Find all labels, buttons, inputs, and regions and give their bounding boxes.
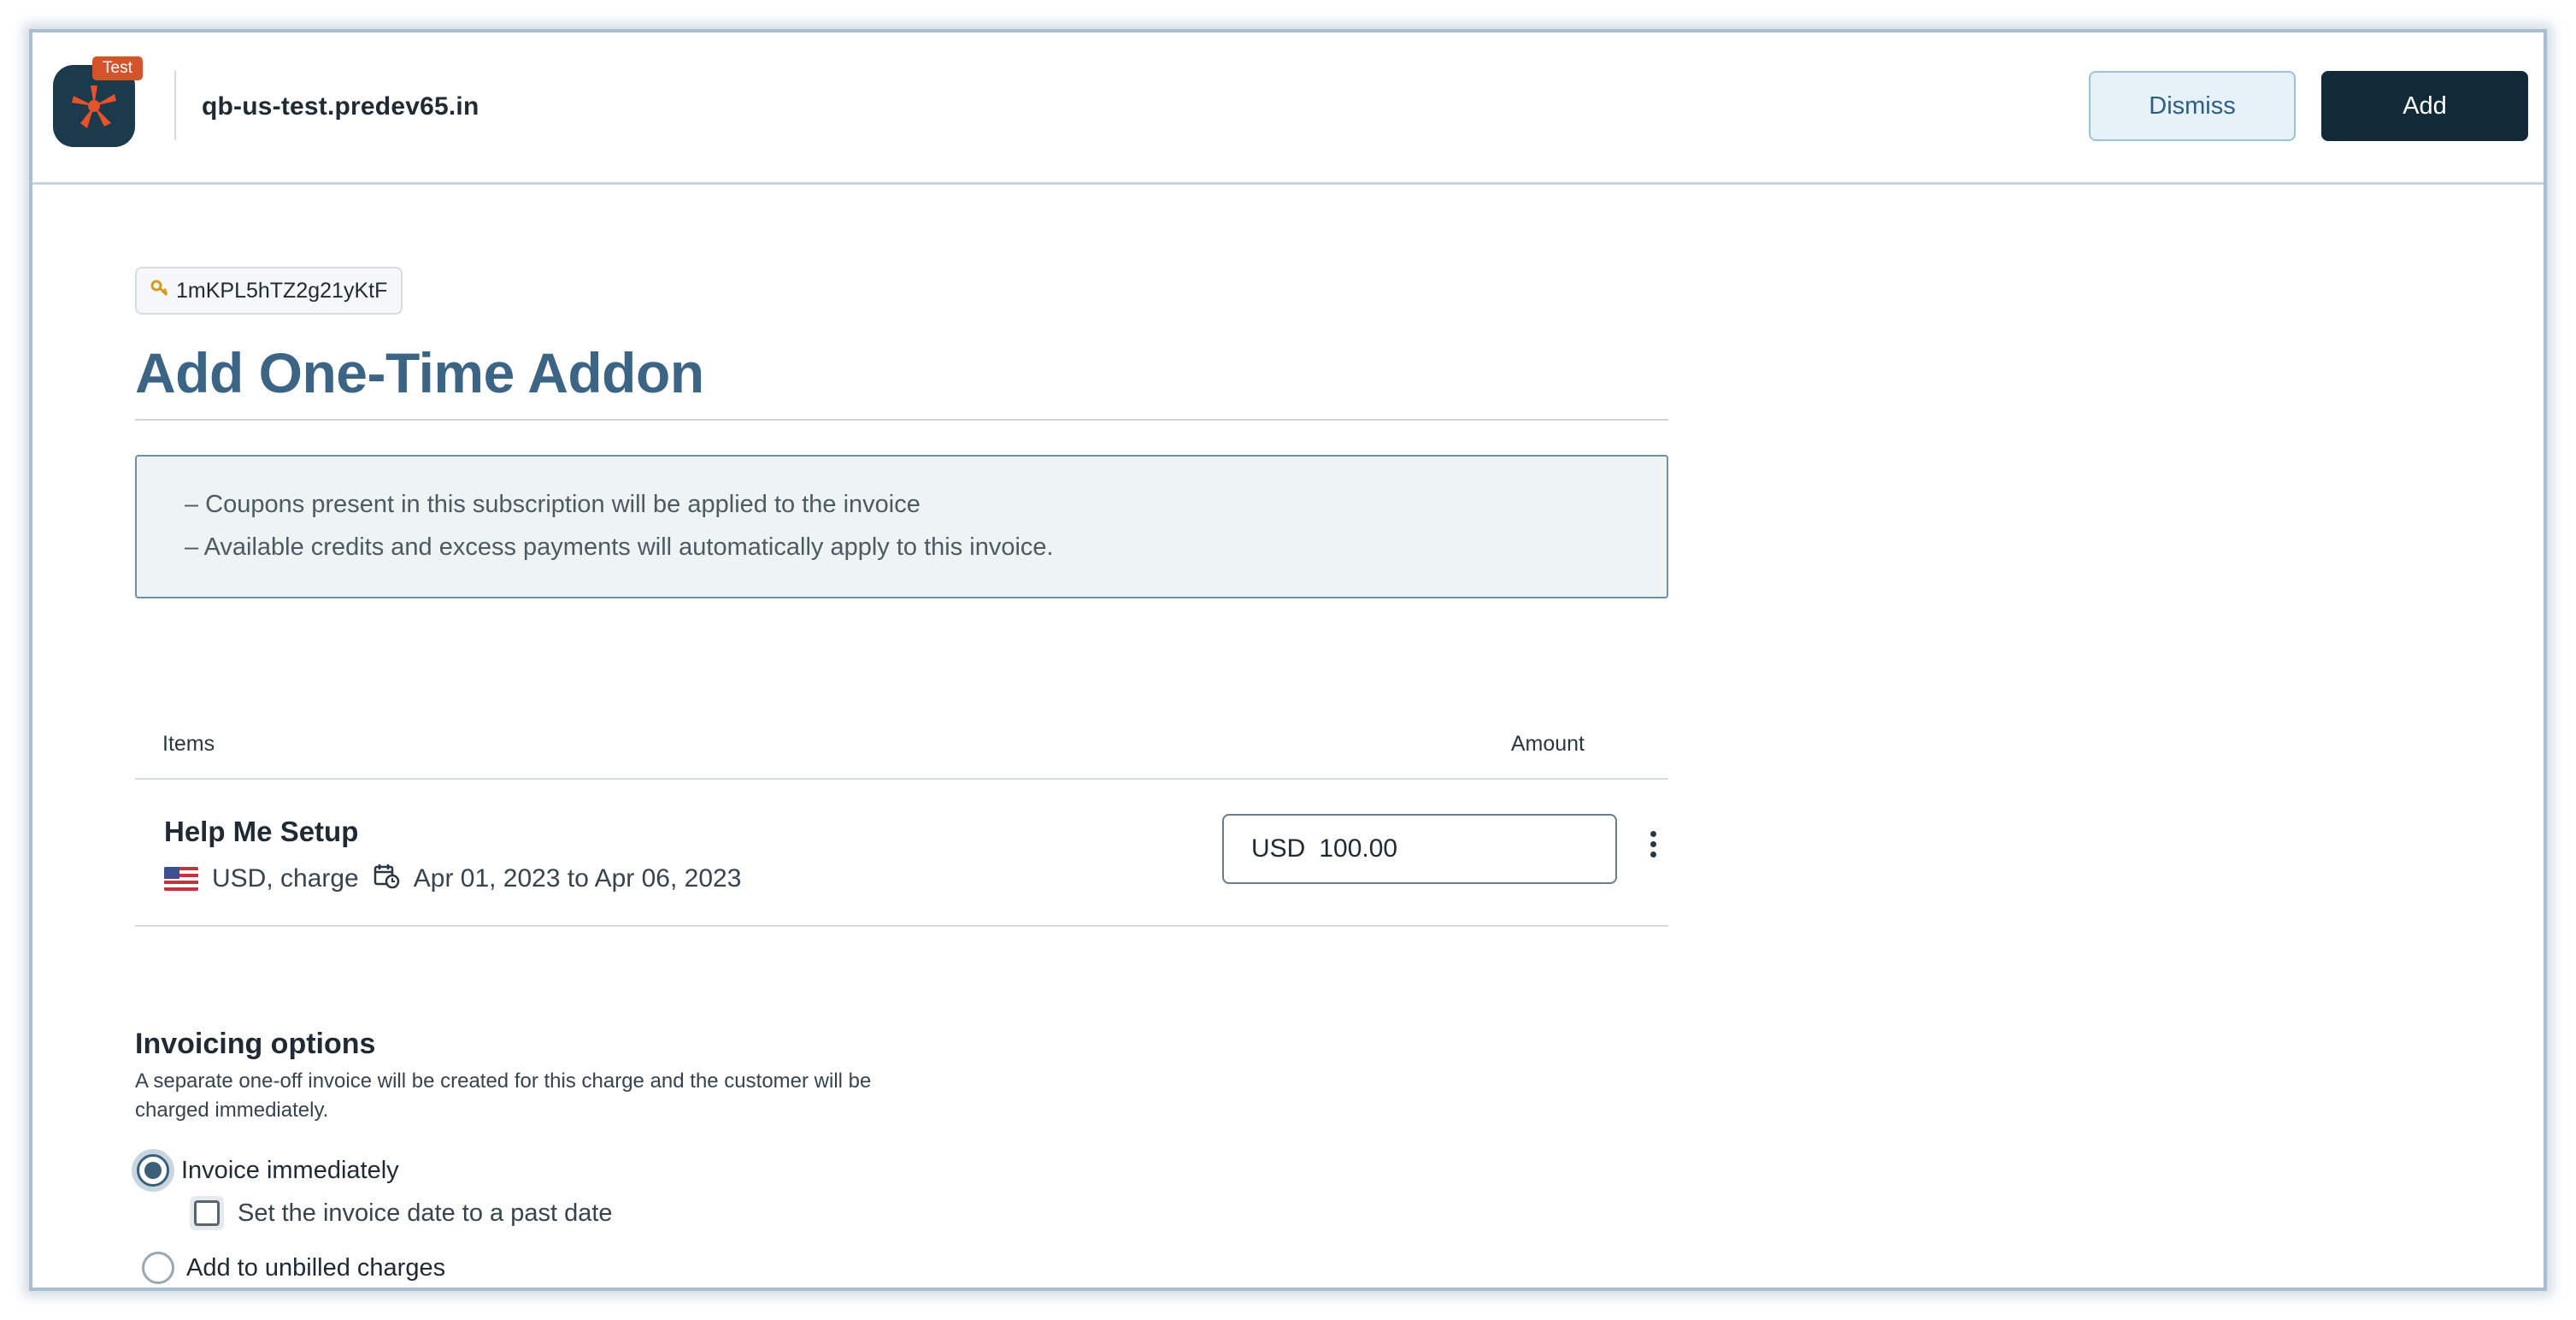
app-window: Test qb-us-test.predev65.in Dismiss Add … <box>29 29 2547 1291</box>
page-title: Add One-Time Addon <box>135 341 704 404</box>
item-period: Apr 01, 2023 to Apr 06, 2023 <box>413 864 742 893</box>
dismiss-button[interactable]: Dismiss <box>2089 71 2296 141</box>
items-table-header: Items Amount <box>135 703 1668 780</box>
amount-value: 100.00 <box>1319 834 1398 863</box>
test-mode-badge: Test <box>92 56 143 80</box>
info-notice: – Coupons present in this subscription w… <box>135 455 1668 598</box>
top-bar: Test qb-us-test.predev65.in Dismiss Add <box>32 32 2544 185</box>
radio-add-to-unbilled[interactable]: Add to unbilled charges <box>142 1245 446 1288</box>
amount-input[interactable]: USD 100.00 <box>1222 814 1617 884</box>
notice-line: – Available credits and excess payments … <box>185 533 1054 561</box>
invoicing-options-description: A separate one-off invoice will be creat… <box>135 1070 872 1122</box>
radio-label: Invoice immediately <box>181 1156 399 1184</box>
item-name: Help Me Setup <box>164 816 359 847</box>
column-header-amount: Amount <box>1510 732 1585 756</box>
invoicing-options-title: Invoicing options <box>135 1028 376 1060</box>
notice-line: – Coupons present in this subscription w… <box>185 491 920 518</box>
radio-button[interactable] <box>142 1252 174 1284</box>
table-row: Help Me Setup USD, charge Apr 01, 2023 t… <box>135 780 1668 927</box>
key-icon <box>150 268 169 313</box>
logo-icon <box>72 85 116 128</box>
us-flag-icon <box>164 867 198 891</box>
title-divider <box>135 419 1668 421</box>
column-header-items: Items <box>162 732 215 756</box>
past-date-checkbox-row[interactable]: Set the invoice date to a past date <box>190 1190 613 1236</box>
record-id: 1mKPL5hTZ2g21yKtF <box>176 279 388 303</box>
add-button[interactable]: Add <box>2321 71 2528 141</box>
checkbox-label: Set the invoice date to a past date <box>238 1199 613 1227</box>
calendar-clock-icon <box>373 862 400 896</box>
item-price-type: USD, charge <box>212 864 359 893</box>
past-date-checkbox[interactable] <box>190 1196 224 1230</box>
radio-button-selected[interactable] <box>137 1154 169 1187</box>
item-meta: USD, charge Apr 01, 2023 to Apr 06, 2023 <box>164 862 741 896</box>
amount-currency: USD <box>1251 834 1306 863</box>
header-divider <box>174 70 176 140</box>
more-options-icon[interactable] <box>1644 831 1661 865</box>
record-id-chip: 1mKPL5hTZ2g21yKtF <box>135 267 403 315</box>
radio-label: Add to unbilled charges <box>186 1253 446 1282</box>
site-name: qb-us-test.predev65.in <box>202 92 479 121</box>
radio-invoice-immediately[interactable]: Invoice immediately <box>137 1147 399 1193</box>
